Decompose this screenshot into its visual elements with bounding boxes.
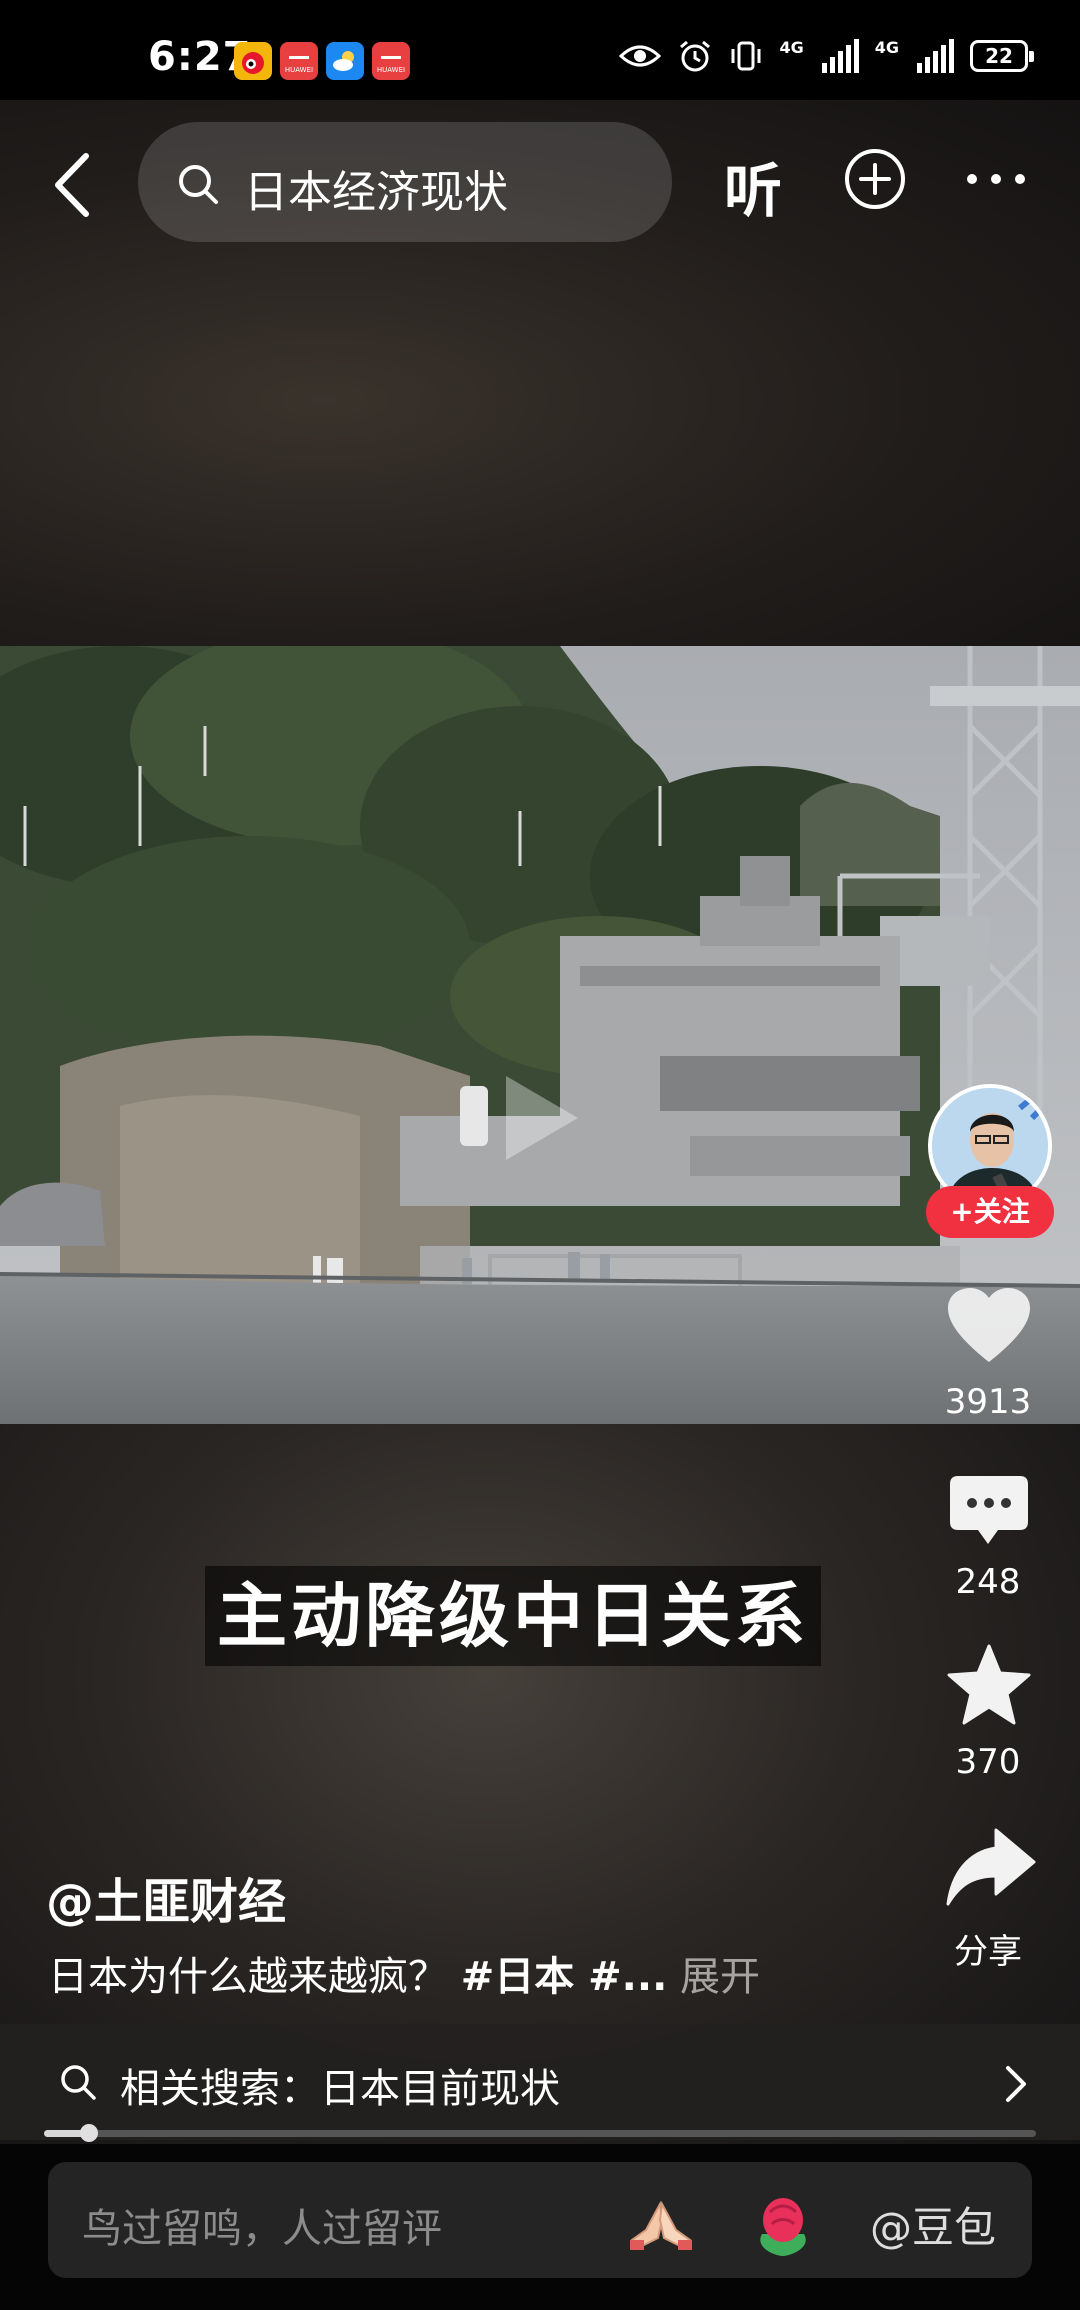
mention-doubao[interactable]: @豆包 <box>870 2194 996 2255</box>
post-description: 日本为什么越来越疯？ #日本 #... 展开 <box>48 1944 760 2002</box>
battery-icon: 22 <box>970 40 1034 72</box>
favorite-star-icon[interactable] <box>946 1644 1032 1726</box>
comment-count: 248 <box>955 1562 1021 1602</box>
huawei-store-notification-icon: HUAWEI <box>372 42 410 80</box>
video-progress-bar[interactable] <box>44 2124 1036 2142</box>
alarm-icon <box>680 40 711 72</box>
hashtags[interactable]: #日本 #... <box>461 1954 668 2000</box>
signal-strength-2-icon <box>917 39 954 73</box>
like-count: 3913 <box>944 1382 1032 1422</box>
weibo-notification-icon <box>234 42 272 80</box>
svg-text:HUAWEI: HUAWEI <box>285 66 313 74</box>
weather-notification-icon <box>326 42 364 80</box>
back-arrow-icon[interactable] <box>44 150 104 220</box>
eye-comfort-icon <box>619 45 662 67</box>
svg-text:HUAWEI: HUAWEI <box>377 66 405 74</box>
add-circle-icon[interactable] <box>844 148 906 210</box>
battery-level: 22 <box>985 44 1013 68</box>
network-type-1: 4G <box>779 38 804 57</box>
share-label[interactable]: 分享 <box>918 1924 1058 1973</box>
follow-button[interactable]: +关注 <box>926 1186 1054 1238</box>
comment-input[interactable]: 鸟过留鸣，人过留评 @豆包 <box>48 2162 1032 2278</box>
huawei-app-notification-icon: HUAWEI <box>280 42 318 80</box>
status-indicators: 4G 4G 22 <box>619 38 1034 74</box>
heart-like-icon[interactable] <box>946 1286 1032 1366</box>
related-search-bar[interactable]: 相关搜索：日本目前现状 <box>0 2024 1080 2140</box>
comment-bubble-icon[interactable] <box>948 1474 1030 1548</box>
network-type-2: 4G <box>874 38 899 57</box>
bottom-comment-bar: 鸟过留鸣，人过留评 @豆包 <box>0 2144 1080 2310</box>
vibrate-icon <box>731 41 761 71</box>
video-subtitle: 主动降级中日关系 <box>205 1566 821 1666</box>
expand-link[interactable]: 展开 <box>680 1954 760 2000</box>
share-arrow-icon[interactable] <box>946 1826 1036 1906</box>
comment-placeholder: 鸟过留鸣，人过留评 <box>82 2206 442 2252</box>
rose-emoji-icon[interactable] <box>748 2190 818 2260</box>
search-query: 日本经济现状 <box>244 167 508 218</box>
favorite-count: 370 <box>955 1742 1021 1782</box>
status-bar: 6:27 HUAWEI HUAWEI 4G 4G 22 <box>0 0 1080 100</box>
author-name[interactable]: @土匪财经 <box>46 1862 286 1932</box>
description-text: 日本为什么越来越疯？ <box>48 1954 448 2000</box>
more-options-icon[interactable] <box>964 168 1028 190</box>
chevron-right-icon <box>1006 2066 1026 2102</box>
signal-strength-1-icon <box>821 39 859 73</box>
video-frame-warship-scene <box>0 646 1080 1424</box>
progress-handle[interactable] <box>79 2124 98 2142</box>
search-bar[interactable]: 日本经济现状 <box>138 122 672 242</box>
search-icon <box>61 2065 96 2100</box>
listen-button[interactable]: 听 <box>724 144 782 228</box>
search-icon <box>179 165 218 204</box>
play-overlay-icon <box>506 1076 578 1160</box>
related-search-text: 相关搜索：日本目前现状 <box>120 2066 560 2112</box>
video-player[interactable] <box>0 646 1080 1424</box>
pray-hands-emoji-icon[interactable] <box>626 2190 696 2260</box>
